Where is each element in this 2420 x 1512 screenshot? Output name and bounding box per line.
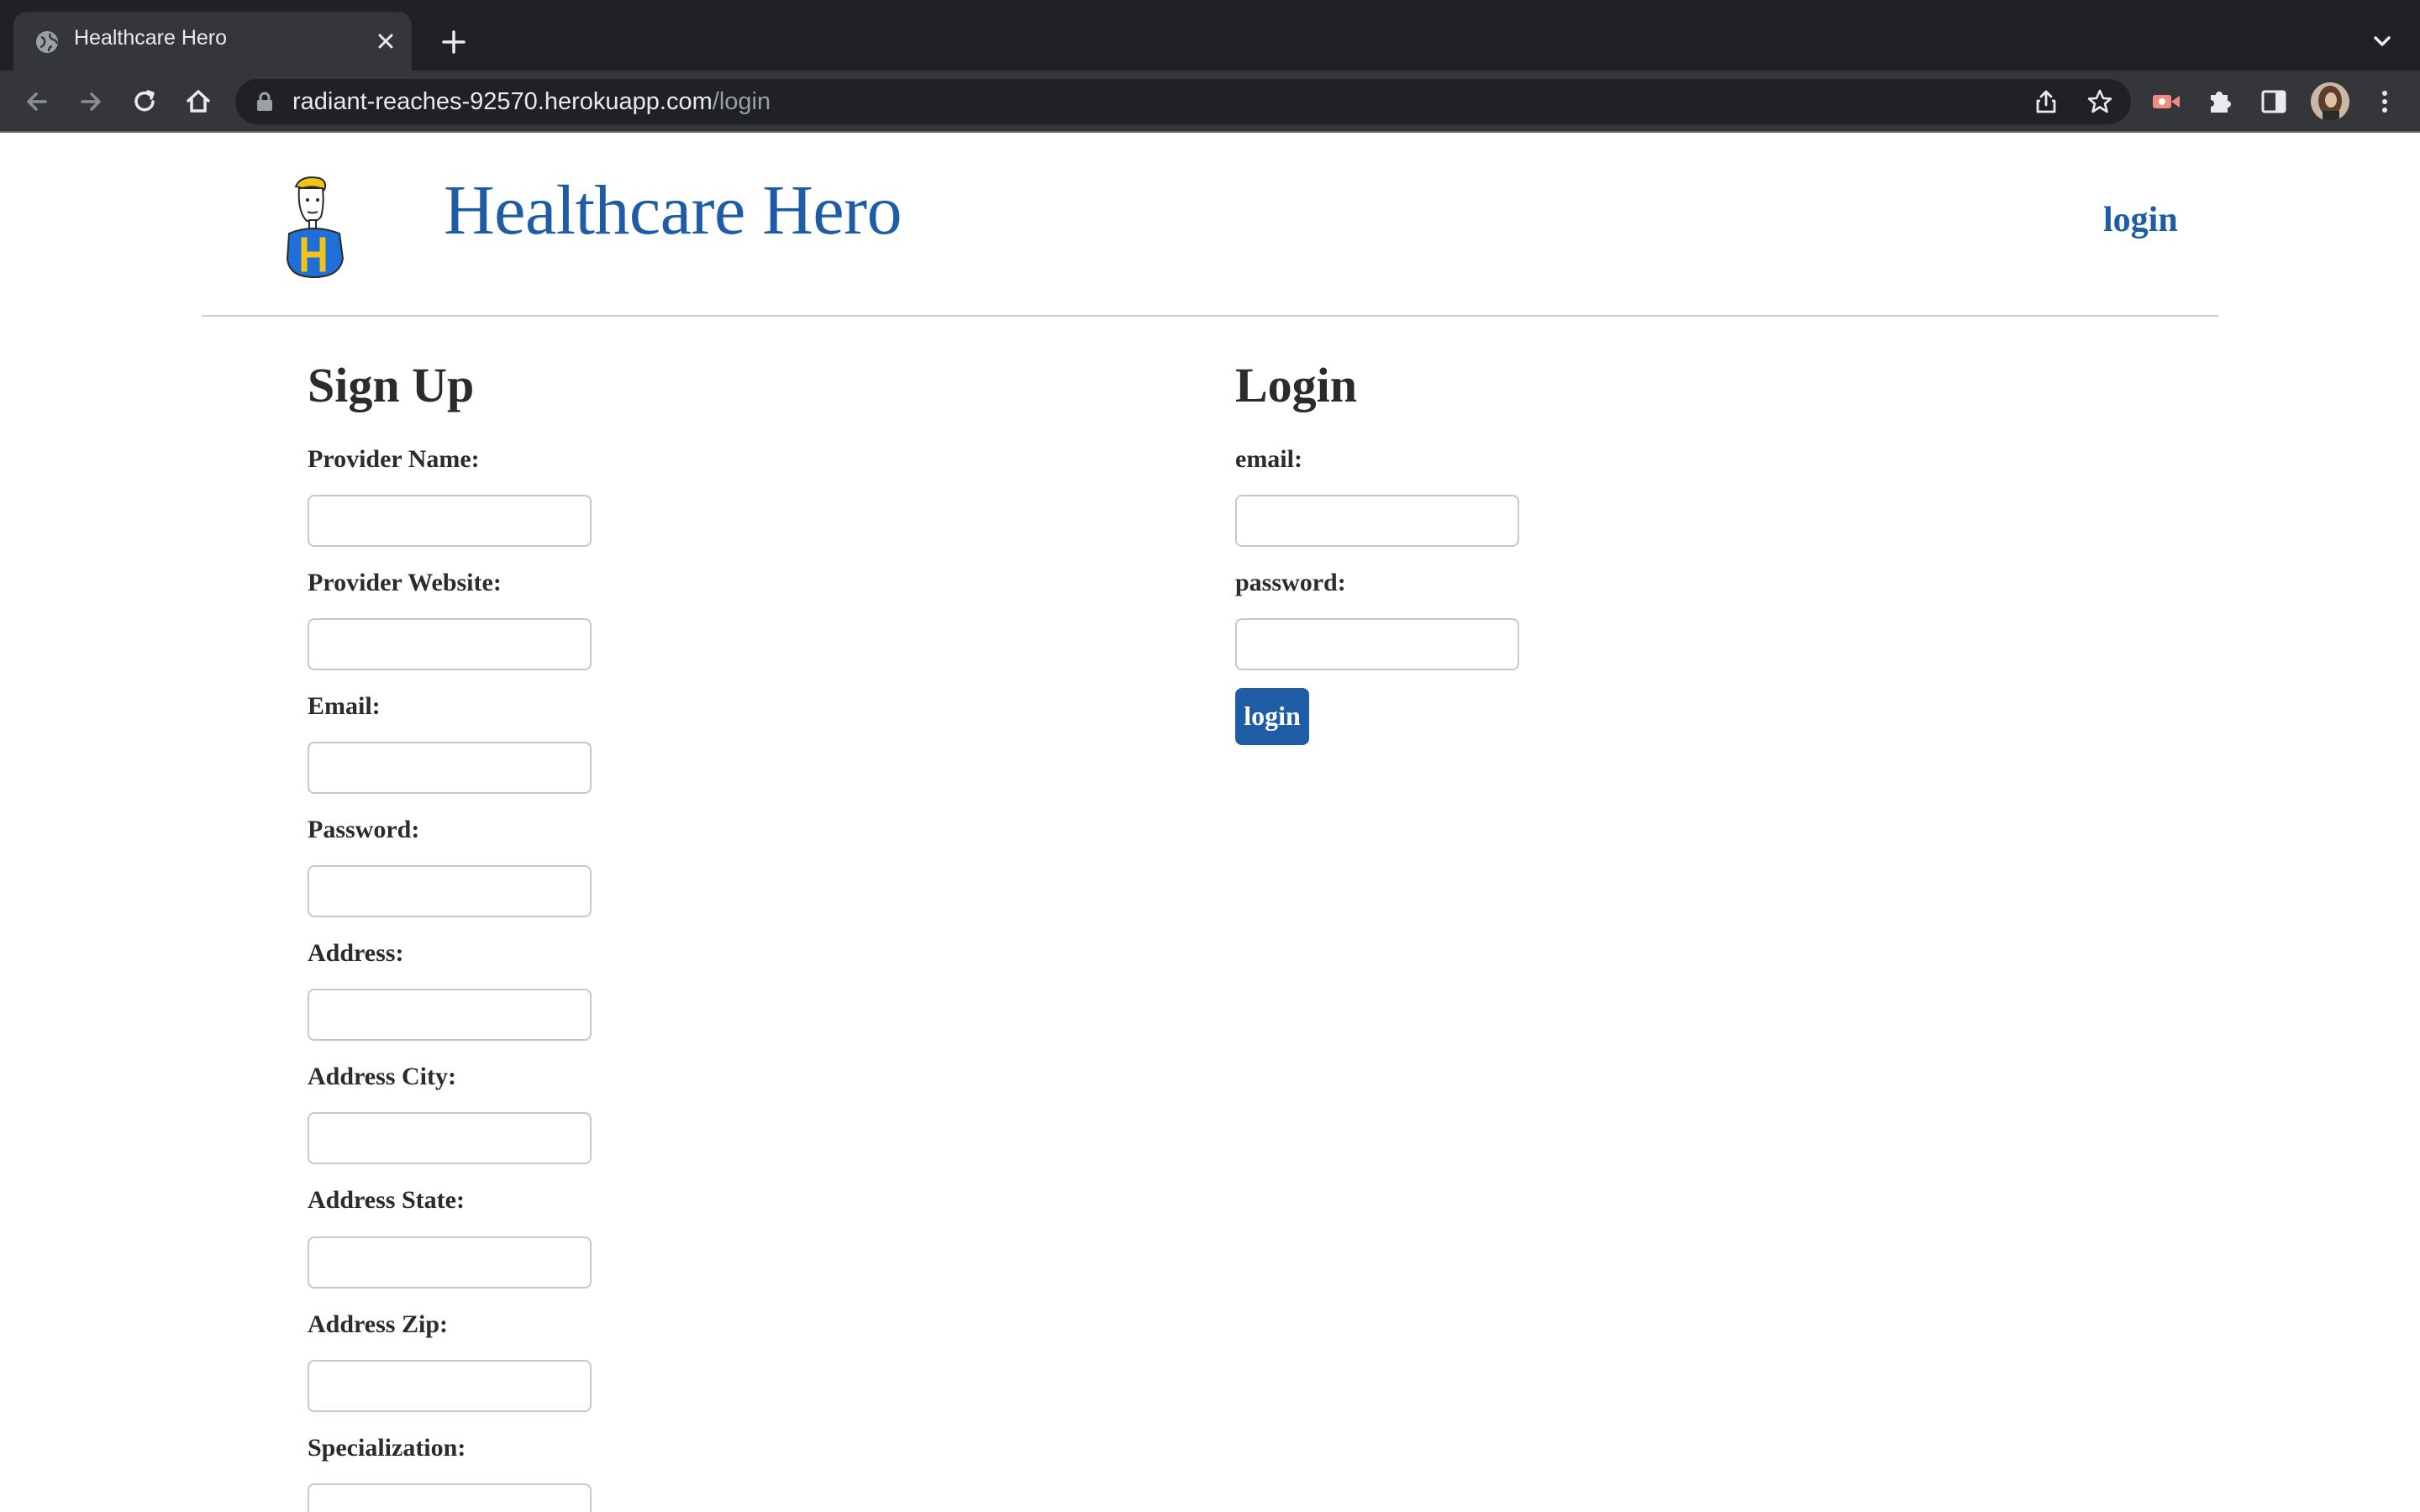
more-vert-icon[interactable] xyxy=(2368,85,2402,118)
email-label: Email: xyxy=(308,692,381,720)
url-text: radiant-reaches-92570.herokuapp.com/logi… xyxy=(292,88,771,116)
address-input[interactable] xyxy=(308,989,592,1041)
provider-name-input[interactable] xyxy=(308,495,592,547)
signup-password-input[interactable] xyxy=(308,865,592,917)
site-title: Healthcare Hero xyxy=(444,171,902,249)
url-host: radiant-reaches-92570.herokuapp.com xyxy=(292,88,713,115)
address-state-label: Address State: xyxy=(308,1186,465,1214)
new-tab-plus-icon[interactable] xyxy=(437,25,471,59)
provider-website-input[interactable] xyxy=(308,618,592,670)
address-zip-label: Address Zip: xyxy=(308,1310,448,1338)
share-icon[interactable] xyxy=(2032,87,2060,116)
provider-name-label: Provider Name: xyxy=(308,445,480,473)
header-divider xyxy=(202,315,2218,317)
signup-email-input[interactable] xyxy=(308,742,592,794)
specialization-label: Specialization: xyxy=(308,1434,466,1462)
login-password-input[interactable] xyxy=(1235,618,1519,670)
password-label: Password: xyxy=(308,816,420,843)
home-icon[interactable] xyxy=(182,85,215,118)
address-bar[interactable]: radiant-reaches-92570.herokuapp.com/logi… xyxy=(235,79,2131,124)
address-city-input[interactable] xyxy=(308,1112,592,1164)
profile-photo-icon xyxy=(2311,82,2349,121)
login-password-label: password: xyxy=(1235,569,1346,596)
side-panel-icon[interactable] xyxy=(2257,85,2291,118)
forward-arrow-icon[interactable] xyxy=(74,85,108,118)
browser-toolbar: radiant-reaches-92570.herokuapp.com/logi… xyxy=(0,71,2420,133)
address-label: Address: xyxy=(308,939,404,967)
chevron-down-icon[interactable] xyxy=(2368,27,2396,55)
address-zip-input[interactable] xyxy=(308,1360,592,1412)
tab-title: Healthcare Hero xyxy=(74,26,228,50)
provider-website-label: Provider Website: xyxy=(308,569,502,596)
specialization-input[interactable] xyxy=(308,1483,592,1512)
url-path: /login xyxy=(712,88,771,115)
address-state-input[interactable] xyxy=(308,1236,592,1289)
browser-tab[interactable]: Healthcare Hero xyxy=(13,12,412,71)
login-button[interactable]: login xyxy=(1235,688,1309,745)
profile-avatar[interactable] xyxy=(2311,82,2349,121)
login-email-label: email: xyxy=(1235,445,1302,473)
browser-tabstrip: Healthcare Hero xyxy=(0,0,2420,71)
reload-icon[interactable] xyxy=(128,85,161,118)
puzzle-extensions-icon[interactable] xyxy=(2203,85,2237,118)
globe-icon xyxy=(36,31,59,53)
hero-logo xyxy=(286,176,345,279)
lock-icon xyxy=(257,92,272,111)
address-city-label: Address City: xyxy=(308,1063,456,1090)
login-heading: Login xyxy=(1235,358,1358,412)
chrome-divider xyxy=(0,131,2420,133)
star-icon[interactable] xyxy=(2086,87,2114,116)
back-arrow-icon[interactable] xyxy=(20,85,54,118)
screen-recorder-extension-icon[interactable] xyxy=(2149,85,2183,118)
nav-login-link[interactable]: login xyxy=(2103,200,2178,240)
close-icon[interactable] xyxy=(371,27,400,55)
login-email-input[interactable] xyxy=(1235,495,1519,547)
signup-heading: Sign Up xyxy=(308,358,475,412)
